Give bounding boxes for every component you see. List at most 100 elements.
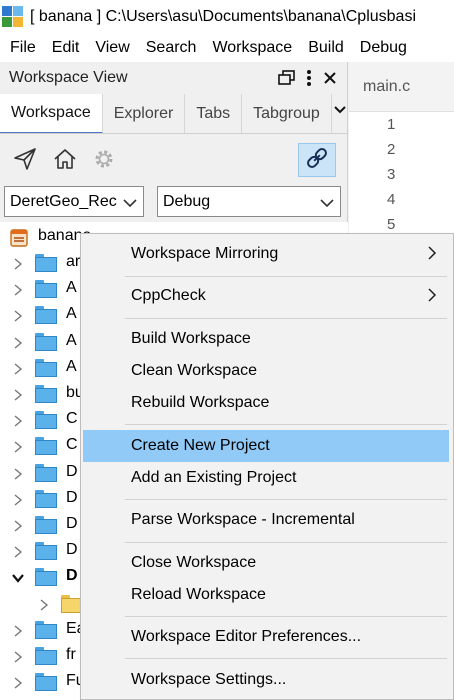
menu-item-label: Workspace Editor Preferences... — [131, 628, 362, 645]
project-select[interactable]: DeretGeo_Rec — [4, 186, 144, 217]
line-number: 4 — [387, 191, 396, 208]
menu-item-add-existing-project[interactable]: Add an Existing Project — [83, 462, 449, 494]
tree-row-label: A — [66, 305, 77, 322]
line-number: 5 — [387, 216, 396, 233]
menu-item-close-workspace[interactable]: Close Workspace — [83, 547, 449, 579]
workspace-context-menu: Workspace Mirroring CppCheck Build Works… — [80, 233, 454, 700]
tree-row-label: D — [66, 515, 78, 532]
menu-item-parse-workspace[interactable]: Parse Workspace - Incremental — [83, 504, 449, 536]
menu-item-clean-workspace[interactable]: Clean Workspace — [83, 355, 449, 387]
folder-icon — [35, 333, 57, 351]
menu-item-rebuild-workspace[interactable]: Rebuild Workspace — [83, 387, 449, 419]
menu-item-label: Clean Workspace — [131, 362, 257, 379]
tabs-overflow-chevron-icon[interactable] — [334, 102, 346, 117]
folder-icon — [35, 306, 57, 324]
chevron-right-icon[interactable] — [12, 519, 24, 532]
chevron-right-icon[interactable] — [12, 362, 24, 375]
tree-row-label: A — [66, 279, 77, 296]
folder-icon — [35, 621, 57, 639]
line-number: 3 — [387, 166, 396, 183]
selector-row: DeretGeo_Rec Debug — [0, 182, 348, 222]
menu-view[interactable]: View — [85, 39, 129, 57]
tree-row-label: fr — [66, 646, 76, 663]
chevron-right-icon — [428, 246, 437, 265]
float-panel-icon[interactable] — [276, 67, 298, 89]
folder-icon — [35, 647, 57, 665]
menu-edit[interactable]: Edit — [42, 39, 80, 57]
tree-row-label: C — [66, 410, 78, 427]
folder-icon — [35, 490, 57, 508]
folder-icon — [35, 542, 57, 560]
menu-item-label: Close Workspace — [131, 554, 257, 571]
tab-workspace[interactable]: Workspace — [0, 94, 103, 133]
menu-item-label: Workspace Settings... — [131, 671, 287, 688]
chevron-right-icon[interactable] — [12, 440, 24, 453]
menu-separator — [125, 542, 447, 543]
send-icon[interactable] — [12, 146, 38, 172]
codelite-app-icon — [2, 6, 24, 28]
menu-item-build-workspace[interactable]: Build Workspace — [83, 323, 449, 355]
menu-file[interactable]: File — [0, 39, 36, 57]
menu-search[interactable]: Search — [136, 39, 197, 57]
chevron-right-icon[interactable] — [12, 467, 24, 480]
menu-debug[interactable]: Debug — [350, 39, 407, 57]
menu-item-workspace-settings[interactable]: Workspace Settings... — [83, 664, 449, 696]
tab-tabgroup[interactable]: Tabgroup — [242, 94, 332, 133]
chevron-down-icon[interactable] — [12, 571, 24, 583]
menu-item-label: Parse Workspace - Incremental — [131, 511, 355, 528]
chevron-right-icon[interactable] — [12, 545, 24, 558]
menu-build[interactable]: Build — [298, 39, 344, 57]
menu-separator — [125, 318, 447, 319]
folder-icon — [35, 464, 57, 482]
home-icon[interactable] — [52, 146, 78, 172]
tree-row-label: D — [66, 489, 78, 506]
menu-item-label: Rebuild Workspace — [131, 394, 270, 411]
panel-title: Workspace View — [9, 69, 128, 86]
panel-header: Workspace View — [0, 62, 348, 94]
kebab-menu-icon[interactable] — [302, 67, 316, 89]
menu-item-label: Workspace Mirroring — [131, 245, 279, 262]
menu-item-cppcheck[interactable]: CppCheck — [83, 280, 449, 312]
menu-workspace[interactable]: Workspace — [202, 39, 292, 57]
menu-separator — [125, 616, 447, 617]
gear-icon[interactable] — [91, 146, 117, 172]
chevron-right-icon[interactable] — [12, 676, 24, 689]
tab-explorer[interactable]: Explorer — [103, 94, 186, 133]
title-bar: [ banana ] C:\Users\asu\Documents\banana… — [0, 0, 454, 34]
line-number: 2 — [387, 141, 396, 158]
menu-item-create-new-project[interactable]: Create New Project — [83, 430, 449, 462]
chevron-right-icon[interactable] — [12, 624, 24, 637]
folder-icon — [35, 437, 57, 455]
chevron-right-icon[interactable] — [12, 257, 24, 270]
chevron-right-icon[interactable] — [12, 650, 24, 663]
link-editor-button[interactable] — [298, 143, 336, 177]
editor-tab-main-c[interactable]: main.c — [349, 62, 454, 112]
menu-item-workspace-editor-preferences[interactable]: Workspace Editor Preferences... — [83, 621, 449, 653]
tree-row-label: A — [66, 332, 77, 349]
menu-separator — [125, 424, 447, 425]
chevron-right-icon[interactable] — [12, 336, 24, 349]
menu-separator — [125, 276, 447, 277]
chevron-right-icon[interactable] — [38, 598, 50, 611]
menu-separator — [125, 499, 447, 500]
menu-item-reload-workspace[interactable]: Reload Workspace — [83, 579, 449, 611]
tab-tabs[interactable]: Tabs — [185, 94, 243, 133]
panel-toolbar — [0, 134, 348, 182]
close-icon[interactable] — [320, 67, 340, 89]
chevron-right-icon[interactable] — [12, 283, 24, 296]
chevron-down-icon — [123, 195, 137, 213]
line-number: 1 — [387, 116, 396, 133]
chevron-right-icon[interactable] — [12, 388, 24, 401]
panel-tabs: Workspace Explorer Tabs Tabgroup — [0, 94, 348, 134]
tree-row-label: D — [66, 541, 78, 558]
tree-row-label: C — [66, 436, 78, 453]
config-select[interactable]: Debug — [157, 186, 341, 217]
chevron-right-icon[interactable] — [12, 414, 24, 427]
folder-icon — [35, 673, 57, 691]
chevron-right-icon[interactable] — [12, 493, 24, 506]
chevron-right-icon[interactable] — [12, 309, 24, 322]
folder-icon — [35, 359, 57, 377]
tree-row-label: D — [66, 567, 78, 584]
folder-icon — [35, 516, 57, 534]
menu-item-workspace-mirroring[interactable]: Workspace Mirroring — [83, 238, 449, 270]
